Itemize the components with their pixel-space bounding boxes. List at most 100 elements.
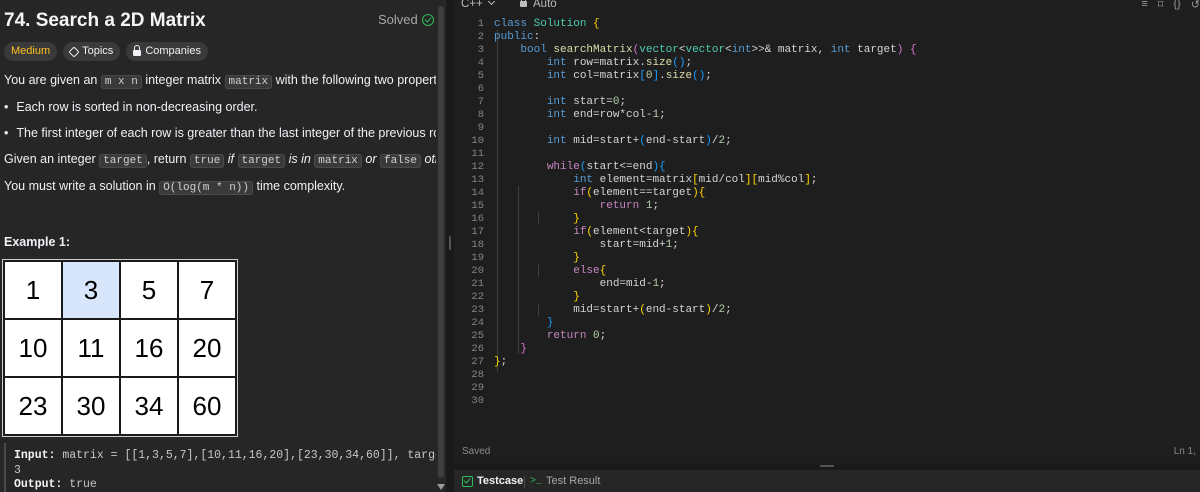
code-line: if(element==target){ <box>573 187 706 199</box>
tab-test-result[interactable]: >_ Test Result <box>530 475 600 487</box>
line-number: 21 <box>471 278 484 290</box>
line-number: 23 <box>471 304 484 316</box>
scroll-down-icon[interactable] <box>437 484 445 490</box>
panel-resize-handle[interactable] <box>446 0 454 492</box>
console-tabs: Testcase >_ Test Result <box>454 470 1200 492</box>
code-line: return 0; <box>546 330 607 342</box>
description-line-2: Given an integer target, return true if … <box>4 152 446 168</box>
code-line: } <box>573 252 580 264</box>
property-bullet-1: Each row is sorted in non-decreasing ord… <box>4 100 257 114</box>
line-number: 9 <box>477 122 484 134</box>
topics-button[interactable]: Topics <box>63 42 121 61</box>
save-status: Saved <box>462 446 491 457</box>
line-number: 14 <box>471 187 484 199</box>
line-number: 8 <box>477 109 484 121</box>
line-number: 25 <box>471 330 484 342</box>
lock-icon <box>133 45 142 56</box>
matrix-row: 10 11 16 20 <box>3 318 237 378</box>
example-input: Input: matrix = [[1,3,5,7],[10,11,16,20]… <box>14 449 446 462</box>
code-editor[interactable]: C++ Auto ≡ ⌑ {} ↺ 1 2 3 4 5 6 7 8 9 10 11 12 13 14 15 1… <box>454 0 1200 492</box>
braces-icon[interactable]: {} <box>1173 0 1180 11</box>
description-line-1: You are given an m x n integer matrix ma… <box>4 73 446 89</box>
code-line: }; <box>494 356 508 368</box>
companies-label: Companies <box>145 45 201 57</box>
matrix-cell: 20 <box>177 318 237 378</box>
inline-code: target <box>99 154 147 168</box>
autocomplete-mode[interactable]: Auto <box>520 0 557 10</box>
checkbox-icon <box>462 475 473 487</box>
bookmark-icon[interactable]: ⌑ <box>1158 0 1164 11</box>
text: with the following two properties: <box>272 73 446 87</box>
problem-title: 74. Search a 2D Matrix <box>4 10 206 31</box>
code-line: } <box>520 343 528 355</box>
code-line: int element=matrix[mid/col][mid%col]; <box>573 174 818 186</box>
reset-icon[interactable]: ↺ <box>1191 0 1200 11</box>
companies-button[interactable]: Companies <box>126 42 208 61</box>
line-number: 18 <box>471 239 484 251</box>
code-line: int mid=start+(end-start)/2; <box>546 135 732 147</box>
matrix-cell: 5 <box>119 260 179 320</box>
line-number: 13 <box>471 174 484 186</box>
text: time complexity. <box>253 179 346 193</box>
matrix-cell: 10 <box>3 318 63 378</box>
line-number: 5 <box>477 70 484 82</box>
code-line: int end=row*col-1; <box>546 109 666 121</box>
text: Given an integer <box>4 152 100 166</box>
line-number: 20 <box>471 265 484 277</box>
matrix-row: 23 30 34 60 <box>3 376 237 436</box>
tag-icon <box>68 45 80 58</box>
code-line: if(element<target){ <box>573 226 699 238</box>
inline-code: matrix <box>224 75 273 89</box>
code-line: int col=matrix[0].size(); <box>546 70 712 82</box>
matrix-cell: 3 <box>61 260 121 320</box>
language-label: C++ <box>461 0 483 10</box>
tab-testcase[interactable]: Testcase <box>462 475 523 487</box>
line-number: 11 <box>471 148 484 160</box>
difficulty-badge[interactable]: Medium <box>4 42 58 61</box>
tab-divider <box>524 476 525 488</box>
line-number: 30 <box>471 395 484 407</box>
code-line: } <box>573 213 580 225</box>
code-line: return 1; <box>599 200 660 212</box>
console-resize-handle[interactable] <box>454 463 1200 470</box>
example-title: Example 1: <box>4 235 71 249</box>
matrix-cell: 60 <box>177 376 237 436</box>
line-number: 7 <box>477 96 484 108</box>
code-line: int row=matrix.size(); <box>546 57 693 69</box>
chevron-down-icon <box>487 0 495 6</box>
inline-code: false <box>379 154 421 168</box>
description-scrollbar[interactable] <box>436 0 446 492</box>
line-number: 17 <box>471 226 484 238</box>
list-icon[interactable]: ≡ <box>1141 0 1147 11</box>
property-bullet-2: The first integer of each row is greater… <box>4 126 446 140</box>
editor-toolbar: C++ Auto ≡ ⌑ {} ↺ <box>454 0 1200 14</box>
language-select[interactable]: C++ <box>461 0 495 10</box>
line-number: 22 <box>471 291 484 303</box>
text: You are given an <box>4 73 101 87</box>
code-line: end=mid-1; <box>494 278 666 290</box>
line-number: 10 <box>471 135 484 147</box>
output-label: Output: <box>14 478 63 491</box>
input-label: Input: <box>14 449 56 462</box>
text: if <box>224 152 238 166</box>
code-line: int start=0; <box>546 96 627 108</box>
check-circle-icon <box>421 14 434 26</box>
matrix-cell: 34 <box>119 376 179 436</box>
inline-code: true <box>189 154 225 168</box>
tab-label: Test Result <box>546 475 601 487</box>
line-number: 3 <box>477 44 484 56</box>
scrollbar-thumb[interactable] <box>438 6 444 478</box>
line-number: 6 <box>477 83 484 95</box>
code-line: class Solution { <box>494 18 600 30</box>
matrix-row: 1357 <box>3 260 237 320</box>
inline-code: target <box>237 154 286 168</box>
line-number: 16 <box>471 213 484 225</box>
drag-grip-icon <box>449 236 451 250</box>
code-line: while(start<=end){ <box>546 161 666 173</box>
lock-icon <box>520 0 527 7</box>
description-line-3: You must write a solution in O(log(m * n… <box>4 179 346 195</box>
line-number: 2 <box>477 31 484 43</box>
line-number: 27 <box>471 356 484 368</box>
